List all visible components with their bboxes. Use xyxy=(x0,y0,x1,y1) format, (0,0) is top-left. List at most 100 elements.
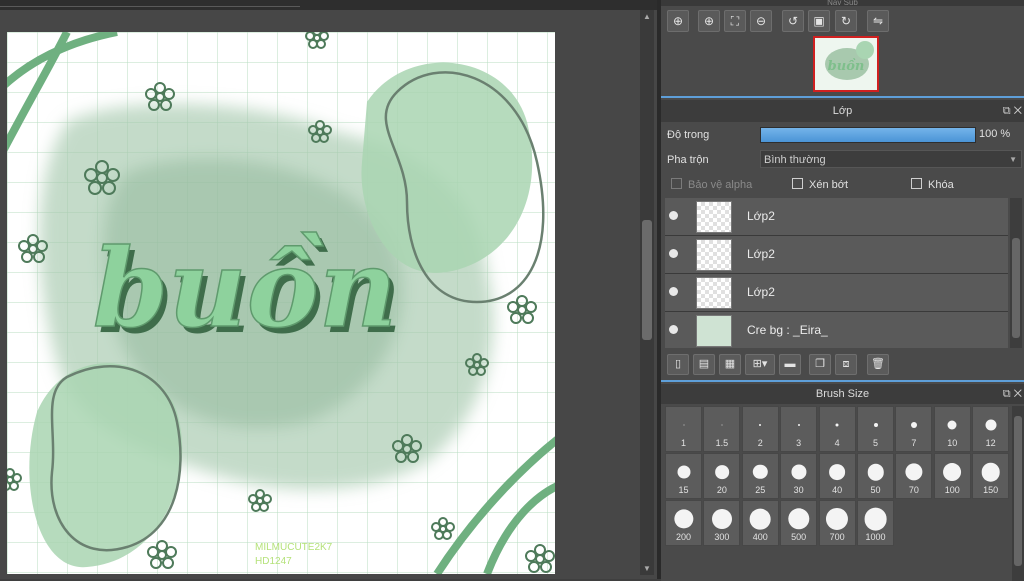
brush-preview-dot xyxy=(711,509,732,529)
new-1bit-layer-icon[interactable]: ▦ xyxy=(719,354,741,375)
popout-icon[interactable]: ⧉ xyxy=(1003,388,1011,400)
brush-size-cell[interactable]: 1000 xyxy=(857,500,894,546)
brush-panel-header: Brush Size ⧉ ✕ xyxy=(661,384,1024,404)
brush-preview-dot xyxy=(985,419,997,431)
brush-size-cell[interactable]: 5 xyxy=(857,406,894,452)
brush-size-cell[interactable]: 300 xyxy=(703,500,741,546)
opacity-value: 100 % xyxy=(979,128,1011,140)
add-layer-menu-icon[interactable]: ⊞▾ xyxy=(745,354,775,375)
blend-mode-label: Pha trộn xyxy=(667,154,709,166)
flip-icon[interactable]: ⇋ xyxy=(867,10,889,32)
artwork-canvas[interactable]: buồn buồn MILMUCUTE2K7 HD1247 xyxy=(7,32,555,574)
brush-panel-scrollbar[interactable] xyxy=(1012,406,1024,581)
brush-size-cell[interactable]: 100 xyxy=(933,453,971,499)
layer-name: Cre bg : _Eira_ xyxy=(747,323,828,337)
brush-size-label: 15 xyxy=(678,485,689,495)
canvas-vertical-scrollbar[interactable]: ▲ ▼ xyxy=(640,10,654,575)
brush-preview-dot xyxy=(867,463,884,481)
scroll-thumb[interactable] xyxy=(1012,238,1020,338)
brush-size-cell[interactable]: 1.5 xyxy=(703,406,741,452)
zoom-in-icon[interactable]: ⊕ xyxy=(667,10,689,32)
brush-size-cell[interactable]: 25 xyxy=(741,453,779,499)
visibility-icon[interactable] xyxy=(669,325,678,334)
close-icon[interactable]: ✕ xyxy=(1014,105,1022,117)
zoom-minus-icon[interactable]: ⊖ xyxy=(750,10,772,32)
brush-size-label: 12 xyxy=(985,438,996,448)
brush-size-cell[interactable]: 2 xyxy=(741,406,779,452)
layer-row[interactable]: Cre bg : _Eira_ xyxy=(665,312,1008,348)
brush-size-cell[interactable]: 70 xyxy=(895,453,933,499)
document-tab[interactable] xyxy=(0,0,300,7)
rotate-left-icon[interactable]: ↺ xyxy=(782,10,804,32)
layer-row[interactable]: Lớp2 xyxy=(665,198,1008,236)
brush-size-cell[interactable]: 10 xyxy=(933,406,971,452)
brush-size-cell[interactable]: 200 xyxy=(665,500,702,546)
rotate-right-icon[interactable]: ↻ xyxy=(835,10,857,32)
navigator-preview-text: buồn xyxy=(828,58,865,74)
brush-size-cell[interactable]: 1 xyxy=(665,406,702,452)
fit-icon[interactable]: ⛶ xyxy=(724,10,746,32)
scroll-thumb[interactable] xyxy=(642,220,652,340)
navigator-preview[interactable]: buồn xyxy=(813,36,879,92)
brush-size-cell[interactable]: 700 xyxy=(818,500,856,546)
layer-row[interactable]: Lớp2 xyxy=(665,236,1008,274)
protect-alpha-label: Bảo vệ alpha xyxy=(688,179,753,191)
brush-size-cell[interactable]: 30 xyxy=(780,453,818,499)
layer-name: Lớp2 xyxy=(747,285,775,299)
new-halftone-layer-icon[interactable]: ▤ xyxy=(693,354,715,375)
navigator-title: Nav Sub xyxy=(661,0,1024,6)
layer-row[interactable]: Lớp2 xyxy=(665,274,1008,312)
blend-mode-select[interactable]: Bình thường ▼ xyxy=(760,150,1022,168)
folder-icon[interactable]: ▬ xyxy=(779,354,801,375)
chevron-down-icon: ▼ xyxy=(1009,155,1017,164)
brush-preview-dot xyxy=(791,464,807,480)
layer-panel-title: Lớp xyxy=(832,105,853,117)
brush-size-label: 4 xyxy=(834,438,840,448)
close-icon[interactable]: ✕ xyxy=(1014,388,1022,400)
scroll-thumb[interactable] xyxy=(1014,416,1022,566)
fullscreen-icon[interactable]: ▣ xyxy=(808,10,830,32)
new-layer-icon[interactable]: ▯ xyxy=(667,354,689,375)
brush-size-label: 10 xyxy=(947,438,958,448)
popout-icon[interactable]: ⧉ xyxy=(1003,105,1011,117)
brush-preview-dot xyxy=(829,464,845,480)
duplicate-layer-icon[interactable]: ❐ xyxy=(809,354,831,375)
clipping-checkbox[interactable]: Xén bớt xyxy=(792,178,848,191)
canvas-tab-bar xyxy=(0,0,657,10)
brush-size-label: 50 xyxy=(870,485,881,495)
visibility-icon[interactable] xyxy=(669,211,678,220)
brush-size-cell[interactable]: 15 xyxy=(665,453,702,499)
brush-size-label: 100 xyxy=(944,485,960,495)
scroll-down-icon[interactable]: ▼ xyxy=(643,564,651,573)
brush-size-label: 1 xyxy=(680,438,686,448)
brush-size-cell[interactable]: 150 xyxy=(972,453,1010,499)
brush-size-grid: 1 1.5 2 3 4 5 7 10 12 15 20 25 30 40 50 70 100 150 200 300 4… xyxy=(665,406,1010,581)
lock-checkbox[interactable]: Khóa xyxy=(911,178,954,191)
visibility-icon[interactable] xyxy=(669,249,678,258)
brush-size-cell[interactable]: 500 xyxy=(780,500,818,546)
brush-size-cell[interactable]: 7 xyxy=(895,406,933,452)
brush-size-cell[interactable]: 20 xyxy=(703,453,741,499)
visibility-icon[interactable] xyxy=(669,287,678,296)
brush-size-cell[interactable]: 12 xyxy=(972,406,1010,452)
scroll-up-icon[interactable]: ▲ xyxy=(643,12,651,21)
merge-layer-icon[interactable]: ⧈ xyxy=(835,354,857,375)
opacity-label: Độ trong xyxy=(667,129,710,141)
opacity-slider[interactable] xyxy=(760,127,976,143)
brush-size-cell[interactable]: 50 xyxy=(857,453,894,499)
brush-preview-dot xyxy=(749,508,771,530)
zoom-plus-icon[interactable]: ⊕ xyxy=(698,10,720,32)
protect-alpha-checkbox[interactable]: Bảo vệ alpha xyxy=(671,178,752,191)
brush-preview-dot xyxy=(683,424,684,426)
brush-size-label: 500 xyxy=(791,532,807,542)
brush-size-cell[interactable]: 40 xyxy=(818,453,856,499)
layer-list-scrollbar[interactable] xyxy=(1010,198,1022,348)
trash-icon[interactable]: 🗑 xyxy=(867,354,889,375)
brush-preview-dot xyxy=(797,424,800,426)
brush-size-cell[interactable]: 4 xyxy=(818,406,856,452)
brush-size-label: 400 xyxy=(752,532,768,542)
brush-size-cell[interactable]: 3 xyxy=(780,406,818,452)
brush-size-cell[interactable]: 400 xyxy=(741,500,779,546)
brush-preview-dot xyxy=(864,507,887,531)
checkbox-icon xyxy=(671,178,682,189)
